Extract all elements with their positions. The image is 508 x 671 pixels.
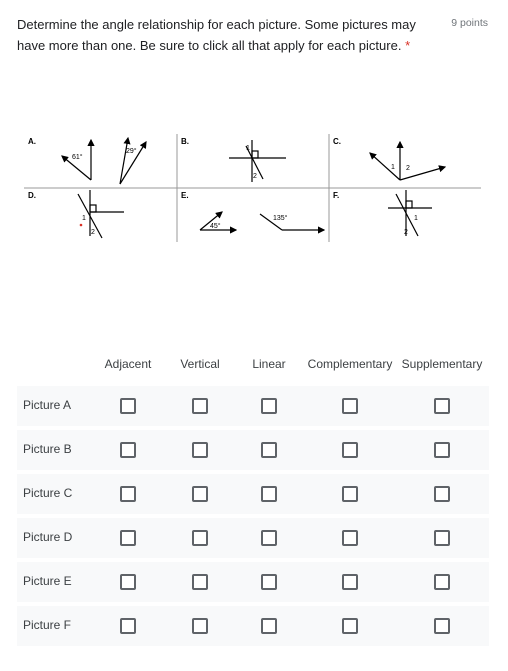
checkbox-vertical[interactable] (192, 442, 208, 458)
checkbox-supplementary[interactable] (434, 530, 450, 546)
angle-label-a2: 29° (126, 147, 137, 155)
grid-row-picture-f: Picture F (17, 606, 489, 646)
panel-label-c: C. (333, 137, 341, 146)
panel-label-e: E. (181, 191, 189, 200)
checkbox-linear[interactable] (261, 486, 277, 502)
checkbox-supplementary[interactable] (434, 618, 450, 634)
angle-label-b2: 2 (253, 173, 257, 180)
checkbox-supplementary[interactable] (434, 398, 450, 414)
checkbox-linear[interactable] (261, 530, 277, 546)
checkbox-adjacent[interactable] (120, 530, 136, 546)
question-text: Determine the angle relationship for eac… (17, 17, 416, 53)
angle-label-b1: 1 (246, 145, 250, 152)
row-label: Picture E (23, 574, 72, 588)
checkbox-supplementary[interactable] (434, 486, 450, 502)
row-label: Picture F (23, 618, 72, 632)
panel-label-b: B. (181, 137, 189, 146)
angle-label-a1: 61° (72, 153, 83, 161)
checkbox-complementary[interactable] (342, 398, 358, 414)
panel-label-a: A. (28, 137, 36, 146)
grid-row-picture-a: Picture A (17, 386, 489, 426)
checkbox-supplementary[interactable] (434, 442, 450, 458)
row-label: Picture A (23, 398, 72, 412)
question-title: Determine the angle relationship for eac… (17, 14, 427, 56)
grid-row-picture-c: Picture C (17, 474, 489, 514)
checkbox-vertical[interactable] (192, 530, 208, 546)
grid-row-picture-b: Picture B (17, 430, 489, 470)
angle-label-c1: 1 (391, 164, 395, 171)
angle-figure: A. B. C. D. E. F. 61° 29° 1 2 1 2 1 2 45… (24, 132, 481, 242)
angle-label-d1: 1 (82, 215, 86, 222)
checkbox-complementary[interactable] (342, 574, 358, 590)
required-marker: * (405, 38, 411, 53)
checkbox-complementary[interactable] (342, 618, 358, 634)
angle-label-f2: 2 (404, 229, 408, 236)
checkbox-linear[interactable] (261, 398, 277, 414)
checkbox-adjacent[interactable] (120, 574, 136, 590)
column-header-supplementary: Supplementary (401, 357, 483, 371)
checkbox-adjacent[interactable] (120, 398, 136, 414)
checkbox-vertical[interactable] (192, 398, 208, 414)
checkbox-linear[interactable] (261, 618, 277, 634)
checkbox-vertical[interactable] (192, 618, 208, 634)
row-label: Picture B (23, 442, 72, 456)
checkbox-linear[interactable] (261, 442, 277, 458)
angle-label-d2: 2 (91, 229, 95, 236)
checkbox-vertical[interactable] (192, 574, 208, 590)
grid-row-picture-e: Picture E (17, 562, 489, 602)
column-header-adjacent: Adjacent (104, 357, 152, 371)
checkbox-adjacent[interactable] (120, 618, 136, 634)
angle-label-c2: 2 (406, 165, 410, 172)
angle-label-e1: 45° (210, 222, 221, 230)
points-label: 9 points (451, 17, 488, 29)
panel-label-d: D. (28, 191, 36, 200)
column-header-complementary: Complementary (307, 357, 393, 371)
grid-row-picture-d: Picture D (17, 518, 489, 558)
angle-label-e2: 135° (273, 214, 288, 222)
checkbox-supplementary[interactable] (434, 574, 450, 590)
row-label: Picture C (23, 486, 73, 500)
checkbox-complementary[interactable] (342, 486, 358, 502)
checkbox-complementary[interactable] (342, 442, 358, 458)
checkbox-vertical[interactable] (192, 486, 208, 502)
panel-label-f: F. (333, 191, 339, 200)
angle-label-f1: 1 (414, 215, 418, 222)
checkbox-complementary[interactable] (342, 530, 358, 546)
column-header-vertical: Vertical (180, 357, 220, 371)
column-header-linear: Linear (252, 357, 286, 371)
checkbox-linear[interactable] (261, 574, 277, 590)
row-label: Picture D (23, 530, 73, 544)
checkbox-adjacent[interactable] (120, 442, 136, 458)
checkbox-adjacent[interactable] (120, 486, 136, 502)
